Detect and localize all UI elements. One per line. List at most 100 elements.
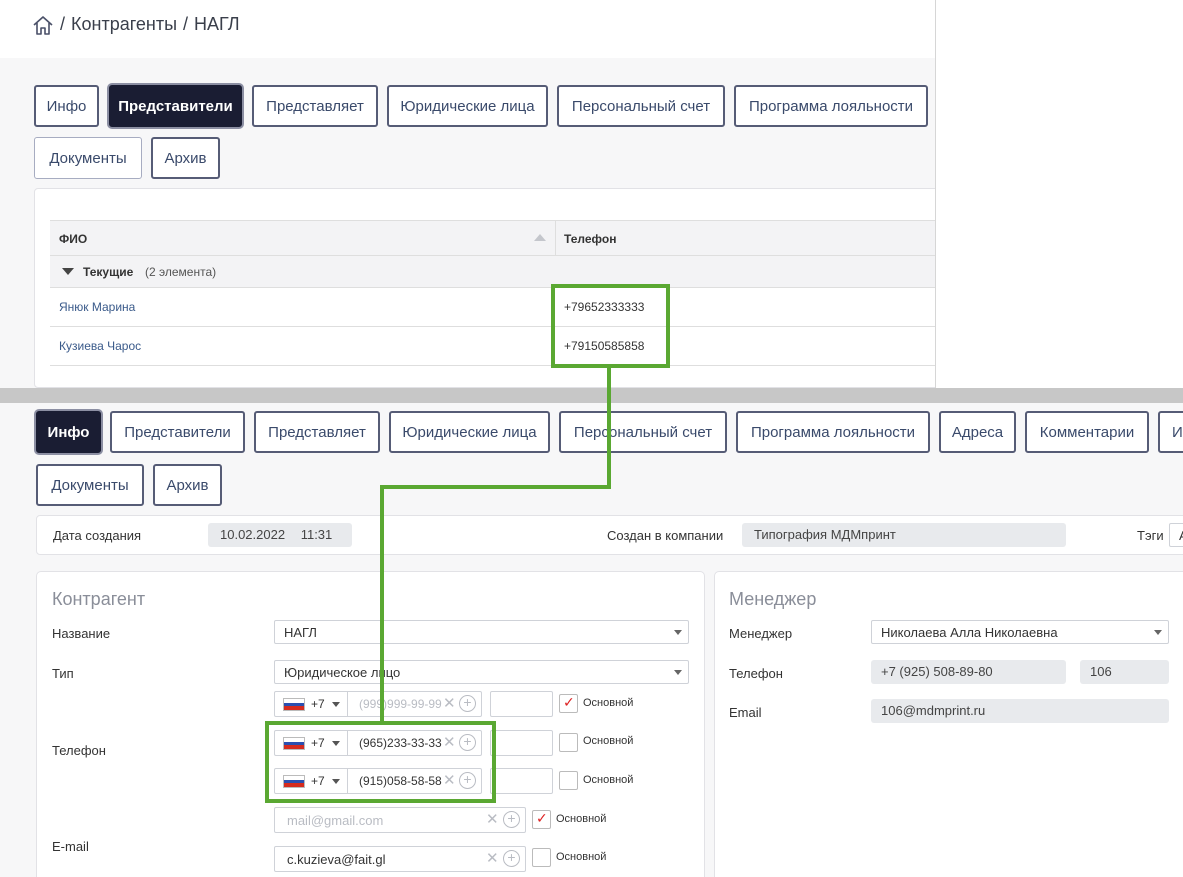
manager-email-value: 106@mdmprint.ru [871, 699, 1169, 723]
company-value: Типография МДМпринт [742, 523, 1066, 547]
home-icon[interactable] [32, 15, 54, 35]
clear-icon[interactable]: ✕ [443, 696, 456, 711]
tab-archive[interactable]: Архив [153, 464, 222, 506]
clear-icon[interactable]: ✕ [443, 773, 456, 788]
chevron-down-icon[interactable] [332, 741, 340, 746]
meta-bar: Дата создания 10.02.2022 11:31 Создан в … [36, 515, 1183, 555]
main-checkbox[interactable] [559, 771, 578, 790]
column-header-name[interactable]: ФИО [59, 232, 87, 246]
manager-ext-value: 106 [1080, 660, 1169, 684]
manager-email-label: Email [729, 705, 762, 720]
main-label: Основной [556, 851, 607, 863]
tab-loyalty-program[interactable]: Программа лояльности [734, 85, 928, 127]
collapse-caret-icon[interactable] [62, 268, 74, 275]
group-row[interactable]: Текущие (2 элемента) [50, 256, 935, 288]
tab-loyalty-program[interactable]: Программа лояльности [736, 411, 930, 453]
russia-flag-icon [283, 698, 305, 711]
breadcrumb-item-contractors[interactable]: Контрагенты [71, 14, 177, 35]
manager-phone-label: Телефон [729, 666, 783, 681]
tab-legal-entities[interactable]: Юридические лица [387, 85, 548, 127]
tab-represents[interactable]: Представляет [254, 411, 380, 453]
top-screenshot-panel: / Контрагенты / НАГЛ Инфо Представители … [0, 0, 935, 388]
name-select[interactable]: НАГЛ [274, 620, 689, 644]
company-label: Создан в компании [607, 528, 724, 543]
add-icon[interactable]: + [459, 772, 476, 789]
extension-field[interactable] [490, 730, 553, 756]
row-phone: +79652333333 [564, 300, 645, 314]
manager-phone-value: +7 (925) 508-89-80 [871, 660, 1066, 684]
tab-comments[interactable]: Комментарии [1025, 411, 1149, 453]
add-icon[interactable]: + [503, 811, 520, 828]
field-separator [347, 692, 348, 716]
tab-addresses[interactable]: Адреса [939, 411, 1016, 453]
chevron-down-icon[interactable] [332, 702, 340, 707]
extension-field[interactable] [490, 691, 553, 717]
row-name[interactable]: Кузиева Чарос [59, 339, 141, 353]
chevron-down-icon [674, 630, 682, 635]
column-divider[interactable] [555, 221, 556, 257]
grid-header: ФИО Телефон [50, 220, 935, 257]
chevron-down-icon[interactable] [332, 779, 340, 784]
main-label: Основной [583, 697, 634, 709]
tab-info[interactable]: Инфо [36, 411, 101, 453]
tab-truncated[interactable]: И [1158, 411, 1183, 453]
main-checkbox[interactable] [532, 848, 551, 867]
manager-card-title: Менеджер [729, 589, 817, 609]
header-bar: / Контрагенты / НАГЛ [0, 0, 935, 58]
field-separator [347, 731, 348, 755]
clear-icon[interactable]: ✕ [443, 735, 456, 750]
created-time: 11:31 [300, 527, 333, 542]
tab-info[interactable]: Инфо [34, 85, 99, 127]
table-row[interactable]: Кузиева Чарос +79150585858 [50, 327, 935, 366]
country-code[interactable]: +7 [311, 736, 325, 750]
tags-select[interactable]: А [1169, 523, 1183, 547]
main-checkbox[interactable] [532, 810, 551, 829]
breadcrumb-item-current: НАГЛ [194, 14, 240, 34]
tab-representatives[interactable]: Представители [109, 85, 242, 127]
extension-field[interactable] [490, 768, 553, 794]
country-code[interactable]: +7 [311, 774, 325, 788]
main-checkbox[interactable] [559, 733, 578, 752]
row-name[interactable]: Янюк Марина [59, 300, 135, 314]
sort-asc-icon[interactable] [534, 234, 546, 241]
breadcrumb: / Контрагенты / НАГЛ [32, 14, 240, 35]
add-icon[interactable]: + [459, 695, 476, 712]
clear-icon[interactable]: ✕ [486, 812, 499, 827]
tab-documents[interactable]: Документы [36, 464, 144, 506]
blank-area [935, 0, 1183, 388]
russia-flag-icon [283, 737, 305, 750]
tab-documents[interactable]: Документы [34, 137, 142, 179]
tab-personal-account[interactable]: Персональный счет [559, 411, 727, 453]
breadcrumb-separator: / [60, 14, 66, 34]
phone-input[interactable]: (965)233-33-33 [359, 736, 449, 750]
main-label: Основной [583, 735, 634, 747]
name-label: Название [52, 626, 111, 641]
add-icon[interactable]: + [503, 850, 520, 867]
column-header-phone[interactable]: Телефон [564, 232, 616, 246]
clear-icon[interactable]: ✕ [486, 851, 499, 866]
country-code[interactable]: +7 [311, 697, 325, 711]
chevron-down-icon [674, 670, 682, 675]
table-row[interactable]: Янюк Марина +79652333333 [50, 288, 935, 327]
group-name: Текущие [83, 265, 134, 279]
add-icon[interactable]: + [459, 734, 476, 751]
type-select[interactable]: Юридическое лицо [274, 660, 689, 684]
tab-representatives[interactable]: Представители [110, 411, 245, 453]
bottom-screenshot-panel: Инфо Представители Представляет Юридичес… [0, 403, 1183, 877]
phone-input[interactable]: (915)058-58-58 [359, 774, 449, 788]
tab-represents[interactable]: Представляет [252, 85, 378, 127]
phone-label: Телефон [52, 743, 106, 758]
main-checkbox[interactable] [559, 694, 578, 713]
tab-archive[interactable]: Архив [151, 137, 220, 179]
chevron-down-icon [1154, 630, 1162, 635]
contractor-card-title: Контрагент [52, 589, 146, 609]
tab-personal-account[interactable]: Персональный счет [557, 85, 725, 127]
field-separator [347, 769, 348, 793]
russia-flag-icon [283, 775, 305, 788]
phone-input[interactable]: (999)999-99-99 [359, 697, 449, 711]
manager-card [714, 571, 1183, 877]
manager-select[interactable]: Николаева Алла Николаевна [871, 620, 1169, 644]
breadcrumb-separator: / [183, 14, 189, 34]
tab-legal-entities[interactable]: Юридические лица [389, 411, 550, 453]
group-count: (2 элемента) [145, 265, 217, 279]
